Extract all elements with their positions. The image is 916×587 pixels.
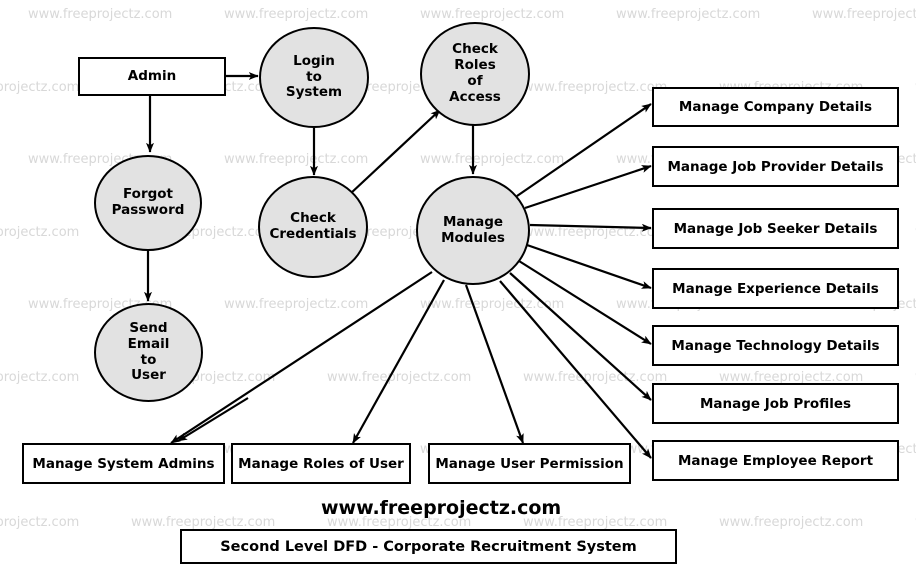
process-manage-modules[interactable]: Manage Modules <box>416 176 530 285</box>
node-text-line-0: Login <box>293 52 335 69</box>
process-login-to-system[interactable]: Login to System <box>259 27 369 128</box>
datastore-manage-roles-of-user-label: Manage Roles of User <box>238 455 404 472</box>
process-check-credentials-label: Check Credentials <box>269 210 357 243</box>
flow-manage-modules-to-system-admins <box>170 271 433 444</box>
node-text-line-0: Check <box>290 210 336 227</box>
watermark-tile: www.freeprojectz.com <box>420 297 565 312</box>
watermark-tile: www.freeprojectz.com <box>0 224 80 240</box>
process-send-email-to-user-label: Send Email to User <box>127 319 170 385</box>
datastore-manage-job-provider-details[interactable]: Manage Job Provider Details <box>652 146 899 187</box>
datastore-manage-job-seeker-details[interactable]: Manage Job Seeker Details <box>652 208 899 249</box>
datastore-manage-system-admins-label: Manage System Admins <box>32 455 215 472</box>
process-check-roles-of-access-label: Check Roles of Access <box>449 41 501 106</box>
node-text-line-0: Send <box>129 319 168 336</box>
flow-manage-modules-to-technology-details <box>518 260 652 345</box>
flow-manage-modules-to-user-permission <box>464 284 525 444</box>
brand-text: www.freeprojectz.com <box>321 497 562 519</box>
watermark-tile: www.freeprojectz.com <box>523 224 668 240</box>
node-text-line-1: Password <box>111 202 185 218</box>
datastore-manage-system-admins[interactable]: Manage System Admins <box>22 443 225 484</box>
node-text-line-2: System <box>285 84 343 101</box>
watermark-tile: www.freeprojectz.com <box>131 514 276 530</box>
datastore-manage-user-permission-label: Manage User Permission <box>435 455 624 472</box>
watermark-tile: www.freeprojectz.com <box>224 7 369 22</box>
datastore-manage-job-profiles-label: Manage Job Profiles <box>699 395 852 412</box>
external-entity-admin-label: Admin <box>128 68 176 84</box>
watermark-tile: www.freeprojectz.com <box>224 297 369 312</box>
datastore-manage-employee-report[interactable]: Manage Employee Report <box>652 440 899 481</box>
page-title: Second Level DFD - Corporate Recruitment… <box>220 538 637 555</box>
watermark-tile: www.freeprojectz.com <box>812 7 916 22</box>
node-text-line-3: Access <box>449 88 501 105</box>
watermark-tile: www.freeprojectz.com <box>420 152 565 167</box>
datastore-manage-roles-of-user[interactable]: Manage Roles of User <box>231 443 411 484</box>
watermark-tile: www.freeprojectz.com <box>523 79 668 95</box>
process-manage-modules-label: Manage Modules <box>441 213 505 247</box>
datastore-manage-job-profiles[interactable]: Manage Job Profiles <box>652 383 899 424</box>
datastore-manage-technology-details-label: Manage Technology Details <box>671 337 880 354</box>
flow-manage-modules-to-job-profiles <box>509 272 652 401</box>
flow-manage-modules-to-company-details <box>516 103 652 197</box>
datastore-manage-technology-details[interactable]: Manage Technology Details <box>652 325 899 366</box>
datastore-manage-user-permission[interactable]: Manage User Permission <box>428 443 631 484</box>
watermark-tile: www.freeprojectz.com <box>28 7 173 22</box>
node-text-line-2: of <box>467 73 483 89</box>
dfd-diagram-canvas: www.freeprojectz.com www.freeprojectz.com… <box>0 0 916 587</box>
node-text-line-1: to <box>306 68 322 85</box>
node-text-line-1: Modules <box>441 229 505 246</box>
process-check-credentials[interactable]: Check Credentials <box>258 176 368 278</box>
watermark-tile: www.freeprojectz.com <box>327 369 472 385</box>
flow-manage-modules-to-job-provider-details <box>524 164 652 210</box>
node-text-line-0: Admin <box>127 68 177 85</box>
node-text-line-1: Email <box>127 335 170 352</box>
datastore-manage-job-seeker-details-label: Manage Job Seeker Details <box>673 220 878 237</box>
node-text-line-0: Check <box>452 41 498 58</box>
watermark-tile: www.freeprojectz.com <box>616 7 761 22</box>
flow-manage-modules-to-experience-details <box>526 243 652 290</box>
watermark-tile: www.freeprojectz.com <box>0 79 80 95</box>
datastore-manage-company-details[interactable]: Manage Company Details <box>652 87 899 127</box>
node-text-line-1: Roles <box>454 57 496 74</box>
datastore-manage-employee-report-label: Manage Employee Report <box>677 452 874 469</box>
datastore-manage-experience-details-label: Manage Experience Details <box>672 280 879 297</box>
diagram-title-box: Second Level DFD - Corporate Recruitment… <box>180 529 677 564</box>
flow-manage-modules-to-roles-of-user <box>352 279 445 444</box>
datastore-manage-company-details-label: Manage Company Details <box>678 99 873 115</box>
watermark-tile: www.freeprojectz.com <box>719 514 864 530</box>
process-forgot-password[interactable]: Forgot Password <box>94 155 202 251</box>
datastore-manage-experience-details[interactable]: Manage Experience Details <box>652 268 899 309</box>
process-forgot-password-label: Forgot Password <box>111 186 185 219</box>
flow-manage-modules-to-job-seeker-details <box>529 223 652 232</box>
flow-send-email-to-system-admins <box>177 397 249 442</box>
datastore-manage-job-provider-details-label: Manage Job Provider Details <box>667 158 884 175</box>
watermark-tile: www.freeprojectz.com <box>0 369 80 385</box>
flow-manage-modules-to-employee-report <box>499 280 652 459</box>
watermark-tile: www.freeprojectz.com <box>0 514 80 530</box>
node-text-line-1: Credentials <box>269 226 357 242</box>
process-login-to-system-label: Login to System <box>285 52 343 102</box>
process-send-email-to-user[interactable]: Send Email to User <box>94 303 203 402</box>
node-text-line-0: Manage <box>442 213 504 230</box>
node-text-line-2: to <box>140 351 157 368</box>
watermark-tile: www.freeprojectz.com <box>420 7 565 22</box>
node-text-line-3: User <box>131 367 166 384</box>
flow-check-credentials-to-check-roles <box>349 109 441 195</box>
watermark-tile: www.freeprojectz.com <box>523 369 668 385</box>
process-check-roles-of-access[interactable]: Check Roles of Access <box>420 22 530 126</box>
external-entity-admin[interactable]: Admin <box>78 57 226 96</box>
node-text-line-0: Forgot <box>123 186 173 203</box>
watermark-tile: www.freeprojectz.com <box>224 152 369 167</box>
